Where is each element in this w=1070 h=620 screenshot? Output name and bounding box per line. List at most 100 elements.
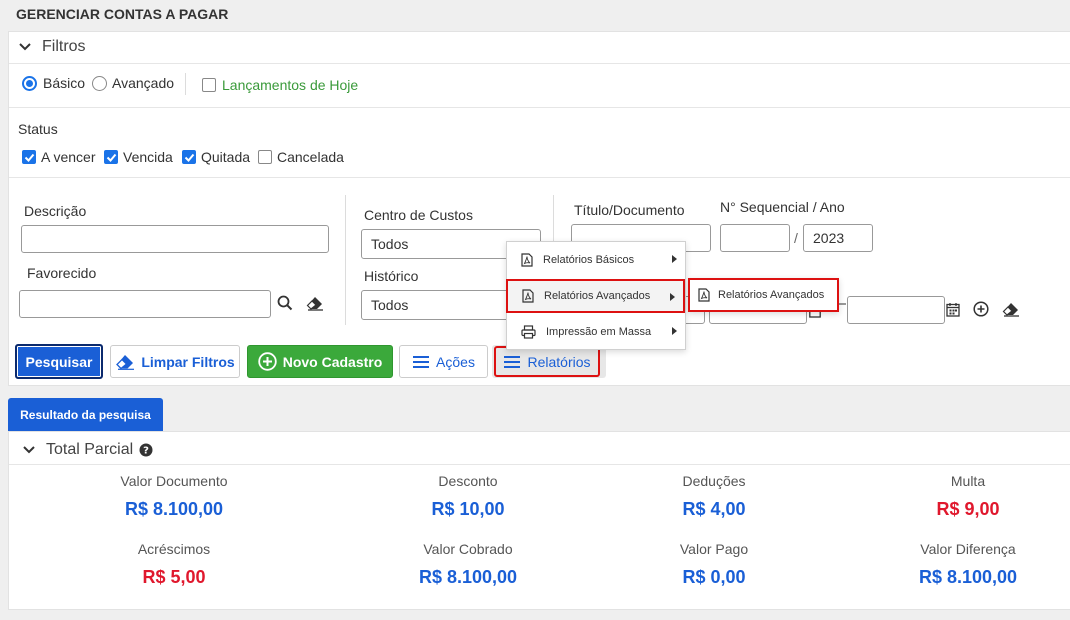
stat-label: Deduções — [682, 473, 746, 489]
reports-button[interactable]: Relatórios — [494, 346, 600, 377]
search-button-label: Pesquisar — [25, 353, 93, 370]
submenu-item-label: Relatórios Avançados — [718, 289, 825, 301]
total-header[interactable]: Total Parcial ? — [22, 441, 153, 459]
stat-value: R$ 10,00 — [431, 499, 505, 519]
tab-label: Resultado da pesquisa — [20, 407, 151, 422]
stat-label: Valor Pago — [679, 541, 749, 557]
mode-advanced-label: Avançado — [112, 75, 175, 91]
stat-label: Desconto — [438, 473, 498, 489]
stat-value: R$ 8.100,00 — [124, 499, 224, 519]
stat-valor-cobrado: Valor Cobrado R$ 8.100,00 — [358, 541, 578, 588]
sequencial-input[interactable] — [720, 224, 790, 252]
today-filter[interactable]: Lançamentos de Hoje — [202, 77, 358, 93]
stat-multa: Multa R$ 9,00 — [858, 473, 1070, 520]
checkbox-vencida[interactable] — [104, 150, 118, 164]
plus-circle-icon — [258, 352, 277, 371]
stat-label: Valor Cobrado — [423, 541, 513, 557]
date-input-3[interactable] — [847, 296, 945, 324]
year-value: 2023 — [813, 230, 845, 246]
advanced-reports-submenu[interactable]: Relatórios Avançados — [688, 278, 839, 312]
menu-item-mass-print[interactable]: Impressão em Massa — [507, 315, 685, 349]
add-circle-icon[interactable] — [973, 301, 989, 317]
stat-valor-diferenca: Valor Diferença R$ 8.100,00 — [858, 541, 1070, 588]
today-checkbox[interactable] — [202, 78, 216, 92]
descricao-input[interactable] — [21, 225, 329, 253]
status-cancelada[interactable]: Cancelada — [258, 149, 344, 165]
status-a-vencer[interactable]: A vencer — [22, 149, 95, 165]
status-label: Status — [18, 121, 58, 137]
page-title: GERENCIAR CONTAS A PAGAR — [16, 6, 229, 22]
eraser-icon[interactable] — [306, 296, 324, 311]
stat-value: R$ 9,00 — [936, 499, 1000, 519]
centro-label: Centro de Custos — [364, 207, 473, 223]
mode-basic[interactable]: Básico — [22, 75, 85, 91]
radio-advanced[interactable] — [92, 75, 107, 91]
today-label: Lançamentos de Hoje — [222, 77, 359, 93]
help-icon[interactable]: ? — [139, 443, 153, 457]
eraser-icon[interactable] — [1002, 302, 1020, 317]
tab-search-results[interactable]: Resultado da pesquisa — [8, 398, 163, 431]
status-item-label: Vencida — [123, 149, 173, 165]
caret-right-icon — [672, 255, 677, 263]
checkbox-quitada[interactable] — [182, 150, 196, 164]
stat-label: Multa — [950, 473, 986, 489]
stat-acrescimos: Acréscimos R$ 5,00 — [64, 541, 284, 588]
status-item-label: Cancelada — [277, 149, 344, 165]
menu-item-label: Impressão em Massa — [546, 326, 652, 338]
clear-filters-button[interactable]: Limpar Filtros — [110, 345, 240, 378]
divider — [9, 107, 1070, 108]
stat-label: Valor Documento — [120, 473, 228, 489]
status-vencida[interactable]: Vencida — [104, 149, 173, 165]
descricao-label: Descrição — [24, 203, 87, 219]
favorecido-label: Favorecido — [27, 265, 97, 281]
status-quitada[interactable]: Quitada — [182, 149, 250, 165]
search-icon[interactable] — [277, 295, 293, 311]
historico-label: Histórico — [364, 268, 419, 284]
radio-basic[interactable] — [22, 75, 37, 91]
pdf-file-icon — [522, 289, 534, 303]
check-icon — [184, 153, 194, 162]
eraser-icon — [116, 354, 135, 370]
new-record-button[interactable]: Novo Cadastro — [247, 345, 393, 378]
caret-right-icon — [670, 293, 675, 301]
favorecido-input[interactable] — [19, 290, 271, 318]
stat-value: R$ 0,00 — [682, 567, 746, 587]
printer-icon — [521, 325, 536, 339]
pdf-file-icon — [698, 288, 710, 302]
actions-button[interactable]: Ações — [399, 345, 488, 378]
search-button[interactable]: Pesquisar — [15, 344, 103, 379]
filters-header[interactable]: Filtros — [18, 38, 86, 56]
divider — [345, 195, 346, 325]
menu-item-label: Relatórios Avançados — [544, 290, 651, 302]
titulo-label: Título/Documento — [574, 202, 685, 218]
mode-advanced[interactable]: Avançado — [92, 75, 174, 91]
check-icon — [106, 153, 116, 162]
checkbox-cancelada[interactable] — [258, 150, 272, 164]
historico-value: Todos — [371, 297, 409, 313]
calendar-icon[interactable] — [946, 302, 960, 317]
filters-title: Filtros — [42, 38, 86, 55]
reports-menu: Relatórios Básicos Relatórios Avançados … — [506, 241, 686, 350]
chevron-down-icon — [23, 446, 35, 454]
menu-icon — [413, 355, 430, 368]
date-range-dash — [838, 303, 846, 305]
status-item-label: Quitada — [201, 149, 251, 165]
mode-basic-label: Básico — [43, 75, 86, 91]
caret-right-icon — [672, 327, 677, 335]
divider — [9, 63, 1070, 64]
new-record-label: Novo Cadastro — [282, 353, 383, 370]
divider — [9, 177, 1070, 178]
stat-valor-documento: Valor Documento R$ 8.100,00 — [64, 473, 284, 520]
menu-item-label: Relatórios Básicos — [543, 254, 635, 266]
checkbox-a-vencer[interactable] — [22, 150, 36, 164]
stat-value: R$ 5,00 — [142, 567, 206, 587]
menu-item-basic-reports[interactable]: Relatórios Básicos — [507, 243, 685, 277]
year-input[interactable]: 2023 — [803, 224, 873, 252]
menu-item-advanced-reports[interactable]: Relatórios Avançados — [506, 279, 685, 313]
menu-icon — [504, 355, 521, 368]
sequencial-label: N° Sequencial / Ano — [720, 199, 845, 215]
pdf-file-icon — [521, 253, 533, 267]
clear-filters-label: Limpar Filtros — [141, 353, 235, 370]
centro-value: Todos — [371, 236, 409, 252]
stat-value: R$ 8.100,00 — [918, 567, 1018, 587]
